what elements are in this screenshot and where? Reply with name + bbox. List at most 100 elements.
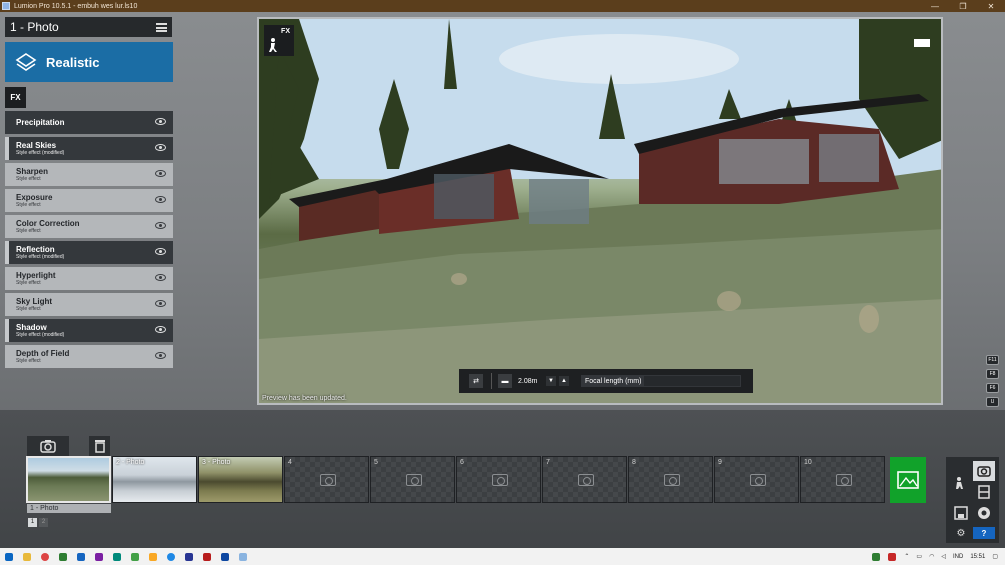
lumion-window: Lumion Pro 10.5.1 - embuh wes lur.ls10 —… — [0, 0, 1005, 565]
app-icon[interactable] — [131, 552, 139, 561]
effect-name: Sky Light — [16, 296, 53, 306]
divider — [491, 373, 492, 389]
eye-visibility-icon[interactable] — [155, 222, 166, 229]
camera-placeholder-icon — [750, 474, 766, 486]
maximize-button[interactable]: ❐ — [949, 2, 977, 11]
effect-name: Precipitation — [16, 118, 65, 127]
camera-height-icon[interactable]: ▬ — [498, 374, 512, 388]
save-icon[interactable] — [950, 503, 972, 523]
app-icon[interactable] — [113, 552, 121, 561]
effect-item-depth-of-field[interactable]: Depth of Field Style effect — [5, 345, 173, 368]
page-2-button[interactable]: 2 — [39, 518, 48, 527]
photo-slot-8[interactable]: 8 — [628, 456, 713, 503]
photo-slot-7[interactable]: 7 — [542, 456, 627, 503]
build-mode-icon[interactable] — [950, 473, 972, 493]
focal-length-slider[interactable] — [644, 376, 740, 386]
effect-name: Shadow — [16, 322, 47, 332]
height-up-button[interactable]: ▲ — [559, 376, 569, 386]
focal-length-label: Focal length (mm) — [585, 377, 642, 385]
photo-slot-1[interactable] — [26, 456, 111, 503]
tray-icon[interactable] — [888, 552, 897, 561]
tray-icon[interactable] — [872, 552, 881, 561]
effect-item-color-correction[interactable]: Color Correction Style effect — [5, 215, 173, 238]
help-icon[interactable]: ? — [973, 527, 995, 539]
window-title: Lumion Pro 10.5.1 - embuh wes lur.ls10 — [14, 2, 138, 10]
lumion-taskbar-icon[interactable] — [239, 552, 247, 561]
camera-swap-icon[interactable]: ⇄ — [469, 374, 483, 388]
clock[interactable]: 15:51 — [970, 554, 985, 560]
effect-subtitle: Style effect (modified) — [16, 253, 65, 260]
photo-mode-icon[interactable] — [973, 461, 995, 481]
file-explorer-icon[interactable] — [23, 552, 31, 561]
effect-name: Sharpen — [16, 166, 49, 176]
eye-visibility-icon[interactable] — [155, 352, 166, 359]
close-button[interactable]: ✕ — [977, 2, 1005, 11]
app-icon[interactable] — [77, 552, 85, 561]
eye-visibility-icon[interactable] — [155, 326, 166, 333]
eye-visibility-icon[interactable] — [155, 118, 166, 125]
effect-item-sharpen[interactable]: Sharpen Style effect — [5, 163, 173, 186]
settings-gear-icon[interactable]: ⚙ — [950, 527, 972, 539]
eye-visibility-icon[interactable] — [155, 196, 166, 203]
photo-slot-3[interactable]: 3 - Photo — [198, 456, 283, 503]
effect-item-precipitation[interactable]: Precipitation — [5, 111, 173, 134]
key-u: U — [986, 397, 999, 407]
windows-start-icon[interactable] — [5, 552, 13, 561]
key-hints: F11 F8 F6 U — [986, 355, 999, 411]
page-1-button[interactable]: 1 — [28, 518, 37, 527]
photo-slot-5[interactable]: 5 — [370, 456, 455, 503]
volume-icon[interactable]: ◁ — [941, 553, 946, 560]
eye-visibility-icon[interactable] — [155, 248, 166, 255]
eye-visibility-icon[interactable] — [155, 170, 166, 177]
scene-image — [259, 19, 941, 403]
camera-height-value[interactable]: 2.08m — [518, 378, 546, 385]
effect-subtitle: Style effect — [16, 305, 41, 312]
delete-photo-button[interactable] — [89, 436, 110, 456]
effect-item-sky-light[interactable]: Sky Light Style effect — [5, 293, 173, 316]
effect-item-real-skies[interactable]: Real Skies Style effect (modified) — [5, 137, 173, 160]
effect-item-reflection[interactable]: Reflection Style effect (modified) — [5, 241, 173, 264]
language-indicator[interactable]: IND — [953, 554, 963, 560]
render-photo-button[interactable] — [890, 457, 926, 503]
effects-list: Precipitation Real Skies Style effect (mod… — [5, 111, 173, 371]
focal-length-control[interactable]: Focal length (mm) — [581, 375, 741, 387]
minimize-button[interactable]: — — [921, 2, 949, 11]
movie-mode-icon[interactable] — [973, 482, 995, 502]
photo-slot-4[interactable]: 4 — [284, 456, 369, 503]
effect-item-shadow[interactable]: Shadow Style effect (modified) — [5, 319, 173, 342]
app-icon[interactable] — [95, 552, 103, 561]
app-icon[interactable] — [59, 552, 67, 561]
eye-visibility-icon[interactable] — [155, 144, 166, 151]
effect-item-exposure[interactable]: Exposure Style effect — [5, 189, 173, 212]
wifi-icon[interactable]: ◠ — [929, 553, 934, 560]
app-icon[interactable] — [221, 552, 229, 561]
style-realistic-button[interactable]: Realistic — [5, 42, 173, 82]
fx-badge[interactable]: FX — [264, 25, 294, 56]
notifications-icon[interactable]: ▢ — [992, 553, 998, 560]
effect-item-hyperlight[interactable]: Hyperlight Style effect — [5, 267, 173, 290]
photo-slot-6[interactable]: 6 — [456, 456, 541, 503]
height-down-button[interactable]: ▼ — [546, 376, 556, 386]
fx-camera-person-icon — [269, 38, 277, 52]
photo-slot-9[interactable]: 9 — [714, 456, 799, 503]
photo-header: 1 - Photo — [5, 17, 172, 37]
browser-icon[interactable] — [41, 552, 49, 561]
render-viewport[interactable]: FX Preview has been updated. ⇄ ▬ 2.08m ▼… — [257, 17, 943, 405]
camera-placeholder-icon — [492, 474, 508, 486]
photo-slot-10[interactable]: 10 — [800, 456, 885, 503]
app-icon[interactable] — [149, 552, 157, 561]
tray-arrow-icon[interactable]: ⌃ — [904, 553, 909, 560]
eye-visibility-icon[interactable] — [155, 300, 166, 307]
photo-slot-2[interactable]: 2 - Photo — [112, 456, 197, 503]
app-icon[interactable] — [203, 552, 211, 561]
battery-icon[interactable]: ▭ — [916, 553, 922, 560]
hamburger-menu-icon[interactable] — [156, 22, 167, 32]
style-label: Realistic — [46, 54, 100, 70]
slot-number: 6 — [460, 459, 464, 466]
app-icon[interactable] — [167, 552, 175, 561]
360-panorama-icon[interactable] — [973, 503, 995, 523]
fx-tab[interactable]: FX — [5, 87, 26, 108]
eye-visibility-icon[interactable] — [155, 274, 166, 281]
app-icon[interactable] — [185, 552, 193, 561]
take-photo-button[interactable] — [27, 436, 69, 456]
